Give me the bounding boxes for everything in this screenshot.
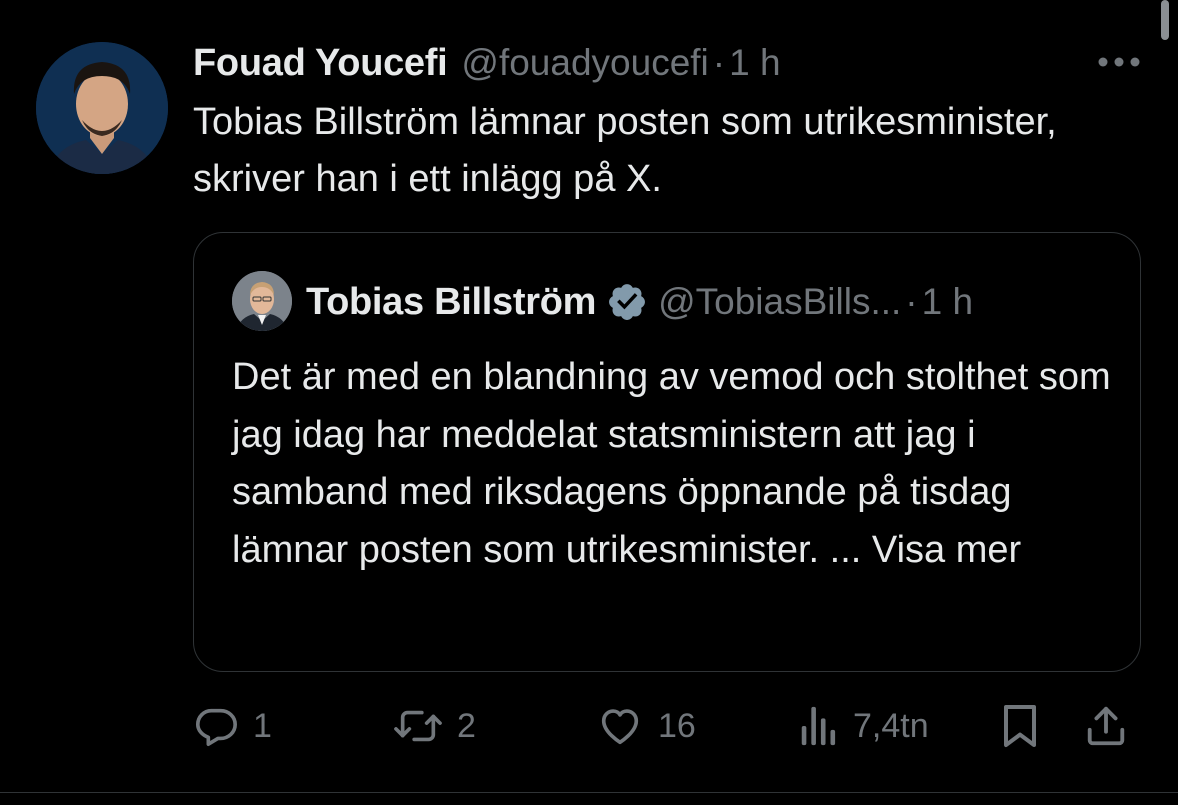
share-icon xyxy=(1087,706,1125,746)
repost-count: 2 xyxy=(457,706,476,745)
bookmark-icon xyxy=(1004,705,1036,747)
quoted-author-avatar xyxy=(232,271,292,331)
reply-button[interactable]: 1 xyxy=(193,698,272,754)
quoted-author-display-name: Tobias Billström xyxy=(306,280,597,323)
repost-icon xyxy=(394,710,442,742)
reply-count: 1 xyxy=(253,706,272,745)
heart-icon xyxy=(601,709,639,745)
author-avatar[interactable] xyxy=(36,42,168,174)
show-more-link[interactable]: Visa mer xyxy=(872,529,1021,571)
post-text: Tobias Billström lämnar posten som utrik… xyxy=(193,101,1057,200)
bookmark-button[interactable] xyxy=(999,698,1041,754)
author-handle[interactable]: @fouadyoucefi xyxy=(461,42,708,84)
quoted-author-handle: @TobiasBills... xyxy=(658,281,902,322)
divider xyxy=(0,792,1178,793)
views-button[interactable]: 7,4tn xyxy=(799,698,929,754)
verified-badge-icon xyxy=(606,281,648,323)
view-count: 7,4tn xyxy=(853,706,929,745)
post-header: Fouad Youcefi @fouadyoucefi · 1 h xyxy=(193,38,781,88)
views-chart-icon xyxy=(801,706,836,746)
quoted-post[interactable]: Tobias Billström @TobiasBills... · 1 h D… xyxy=(193,232,1141,672)
post-timestamp[interactable]: 1 h xyxy=(729,42,780,84)
action-bar: 1 2 16 7,4tn xyxy=(193,698,1143,754)
like-count: 16 xyxy=(658,706,696,745)
repost-button[interactable]: 2 xyxy=(393,698,476,754)
reply-icon xyxy=(195,708,237,747)
separator-dot: · xyxy=(905,281,918,322)
separator-dot: · xyxy=(712,42,726,83)
scrollbar[interactable] xyxy=(1161,0,1169,40)
author-avatar-photo xyxy=(36,42,168,174)
quoted-post-timestamp: 1 h xyxy=(921,281,974,322)
quoted-author-avatar-photo xyxy=(232,271,292,331)
more-options-button[interactable] xyxy=(1094,44,1144,80)
like-button[interactable]: 16 xyxy=(596,698,696,754)
quoted-post-header: Tobias Billström @TobiasBills... · 1 h xyxy=(306,277,973,327)
share-button[interactable] xyxy=(1083,698,1129,754)
quoted-post-text: Det är med en blandning av vemod och sto… xyxy=(232,349,1112,579)
more-horizontal-icon xyxy=(1098,57,1140,67)
author-display-name[interactable]: Fouad Youcefi xyxy=(193,42,448,85)
